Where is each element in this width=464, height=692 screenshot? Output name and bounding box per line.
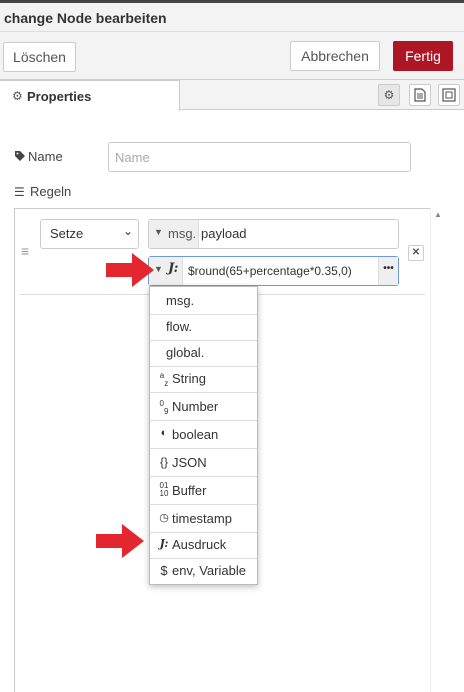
menu-item-label: flow. — [166, 319, 193, 334]
list-icon: ☰ — [14, 185, 25, 199]
gear-icon: ⚙ — [383, 88, 395, 102]
dollar-icon: $ — [160, 563, 168, 578]
property-type-label: msg. — [168, 226, 197, 241]
menu-item-flow[interactable]: flow. — [150, 313, 257, 341]
name-label: Name — [28, 149, 63, 164]
settings-tab-button[interactable]: ⚙ — [378, 84, 400, 106]
tag-icon — [14, 150, 26, 165]
annotation-arrow-icon — [106, 253, 154, 287]
description-tab-button[interactable] — [409, 84, 431, 106]
menu-item-expression[interactable]: J: Ausdruck — [150, 531, 257, 559]
appearance-tab-button[interactable] — [438, 84, 460, 106]
braces-json-icon: {} — [159, 455, 168, 469]
menu-item-msg[interactable]: msg. — [150, 287, 257, 315]
menu-item-label: timestamp — [172, 511, 232, 526]
scroll-up-icon[interactable]: ▲ — [434, 210, 442, 219]
menu-item-label: JSON — [172, 455, 207, 470]
gear-icon: ⚙ — [12, 89, 23, 103]
tab-properties-label: Properties — [27, 89, 92, 104]
type-dropdown-menu: msg. flow. global. az String 09 Number ◐… — [149, 286, 258, 585]
caret-down-icon: ▼ — [154, 264, 163, 274]
binary-buffer-icon: 01 10 — [159, 481, 169, 498]
boolean-icon: ◐ — [160, 427, 168, 439]
menu-item-label: global. — [166, 345, 205, 360]
menu-item-label: Ausdruck — [172, 537, 227, 552]
delete-button[interactable]: Löschen — [3, 42, 76, 72]
drag-handle-icon[interactable]: ≡ — [21, 243, 29, 259]
menu-item-string[interactable]: az String — [150, 365, 257, 393]
property-value[interactable]: payload — [201, 226, 247, 241]
value-type-button[interactable]: ▼ J: — [149, 257, 183, 285]
ellipsis-icon: ••• — [383, 263, 394, 274]
value-typed-input[interactable]: ▼ J: $round(65+percentage*0.35,0) ••• — [148, 256, 399, 286]
menu-item-label: Buffer — [172, 483, 207, 498]
menu-item-label: boolean — [172, 427, 219, 442]
menu-item-env[interactable]: $ env, Variable — [150, 557, 257, 585]
clock-icon: ◷ — [159, 512, 169, 524]
name-input[interactable] — [108, 142, 411, 172]
menu-item-timestamp[interactable]: ◷ timestamp — [150, 505, 257, 533]
property-typed-input[interactable]: ▼ msg. payload — [148, 219, 399, 249]
caret-down-icon: ▼ — [154, 227, 163, 237]
menu-item-boolean[interactable]: ◐ boolean — [150, 421, 257, 449]
menu-item-label: String — [172, 371, 206, 386]
cancel-button[interactable]: Abbrechen — [290, 41, 380, 71]
expression-value[interactable]: $round(65+percentage*0.35,0) — [188, 264, 352, 278]
menu-item-label: msg. — [166, 293, 195, 308]
close-icon: ✕ — [411, 247, 421, 258]
action-select[interactable]: Setze ⌄ — [40, 219, 139, 249]
menu-item-label: Number — [172, 399, 219, 414]
remove-rule-button[interactable]: ✕ — [408, 245, 424, 261]
chevron-down-icon: ⌄ — [122, 224, 133, 238]
menu-item-json[interactable]: {} JSON — [150, 449, 257, 477]
tab-properties[interactable]: ⚙ Properties — [0, 80, 180, 111]
09-number-icon: 09 — [159, 399, 169, 416]
menu-item-label: env, Variable — [172, 563, 246, 578]
jsonata-icon: J: — [168, 261, 179, 276]
property-type-button[interactable]: ▼ msg. — [149, 220, 199, 248]
annotation-arrow-icon — [96, 524, 144, 558]
frame-icon — [442, 88, 456, 102]
menu-item-buffer[interactable]: 01 10 Buffer — [150, 477, 257, 505]
rules-scrollbar[interactable] — [430, 208, 448, 692]
done-button[interactable]: Fertig — [393, 41, 453, 71]
document-icon — [414, 88, 426, 102]
rules-label: Regeln — [30, 184, 72, 199]
dialog-title: change Node bearbeiten — [4, 10, 167, 26]
action-select-value: Setze — [50, 226, 84, 241]
menu-item-global[interactable]: global. — [150, 339, 257, 367]
menu-item-number[interactable]: 09 Number — [150, 393, 257, 421]
jsonata-icon: J: — [159, 537, 169, 550]
expression-editor-button[interactable]: ••• — [378, 257, 398, 285]
az-string-icon: az — [159, 371, 169, 388]
